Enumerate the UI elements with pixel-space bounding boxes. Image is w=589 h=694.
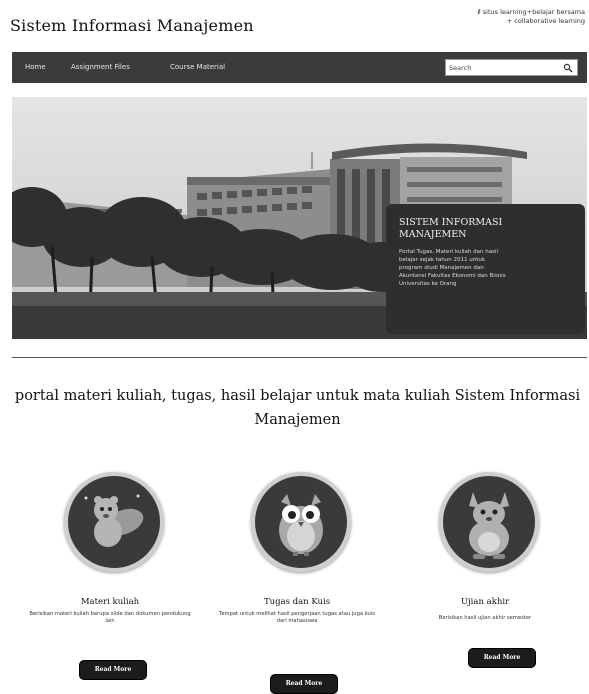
tagline-line-2: + collaborative learning — [506, 17, 585, 25]
intro-heading: portal materi kuliah, tugas, hasil belaj… — [14, 388, 581, 428]
section-divider — [12, 357, 587, 358]
nav-item-home[interactable]: Home — [25, 63, 46, 71]
wordpress-icon: ℓ — [477, 8, 481, 16]
feature-title: Materi kuliah — [80, 597, 140, 607]
feature-title: Tugas dan Kuis — [263, 597, 331, 607]
squirrel-icon[interactable] — [64, 472, 164, 572]
hero-banner: SISTEM INFORMASI MANAJEMEN Portal Tugas,… — [12, 97, 587, 339]
hero-caption-box: SISTEM INFORMASI MANAJEMEN Portal Tugas,… — [386, 204, 585, 334]
nav-item-assignment-files[interactable]: Assignment Files — [71, 63, 130, 71]
site-title[interactable]: Sistem Informasi Manajemen — [10, 16, 254, 35]
search-box — [445, 59, 578, 76]
read-more-button[interactable]: Read More — [468, 648, 536, 668]
site-header: Sistem Informasi Manajemen ℓ situs learni… — [0, 0, 589, 52]
hero-caption-title: SISTEM INFORMASI MANAJEMEN — [399, 217, 503, 240]
tagline-line-1: situs learning+belajar bersama — [482, 8, 585, 16]
search-icon[interactable] — [563, 63, 573, 73]
feature-description: Berisikan hasil ujian akhir semester — [438, 615, 532, 621]
site-tagline: ℓ situs learning+belajar bersama + collab… — [435, 8, 585, 26]
feature-description: Tempat untuk melihat hasil pengerjaan tu… — [219, 611, 375, 624]
read-more-button[interactable]: Read More — [270, 674, 338, 694]
read-more-button[interactable]: Read More — [79, 660, 147, 680]
kangaroo-icon[interactable] — [439, 472, 539, 572]
search-input[interactable] — [449, 61, 559, 74]
nav-item-course-material[interactable]: Course Material — [170, 63, 225, 71]
feature-description: Berisikan materi kuliah berupa slide dan… — [29, 611, 191, 624]
owl-icon[interactable] — [251, 472, 351, 572]
feature-title: Ujian akhir — [460, 597, 510, 607]
main-navbar: Home Assignment Files Course Material — [12, 52, 587, 83]
hero-caption-text: Portal Tugas, Materi kuliah dan hasil be… — [399, 249, 506, 287]
